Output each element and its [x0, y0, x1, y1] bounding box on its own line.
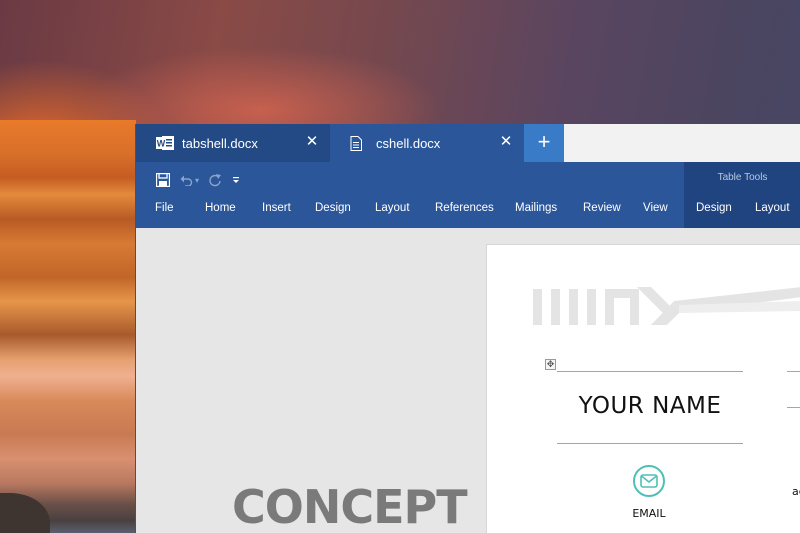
document-icon [350, 136, 362, 154]
name-top-rule [557, 371, 743, 372]
ribbon-tab-references[interactable]: References [435, 200, 494, 216]
undo-icon[interactable]: ▾ [180, 174, 199, 186]
save-icon[interactable] [156, 173, 170, 187]
tab-bar-empty [564, 124, 800, 162]
table-tools-title: Table Tools [717, 172, 768, 183]
tab-bar: W tabshell.docx ✕ cshell.docx ✕ + [136, 124, 800, 162]
word-window: W tabshell.docx ✕ cshell.docx ✕ + ▾ Tabl… [135, 124, 800, 533]
ribbon: ▾ Table Tools File Home Insert Design La… [136, 162, 800, 228]
ribbon-tab-review[interactable]: Review [583, 200, 621, 216]
background-heading: CONCEPT [232, 480, 468, 533]
close-tab-icon[interactable]: ✕ [304, 134, 320, 150]
ribbon-tab-design[interactable]: Design [315, 200, 351, 216]
redo-icon[interactable] [209, 173, 222, 187]
svg-text:W: W [157, 139, 166, 149]
undo-dropdown-icon[interactable]: ▾ [195, 176, 199, 185]
tab-cshell[interactable]: cshell.docx ✕ [330, 124, 524, 162]
tab-label: tabshell.docx [182, 136, 258, 151]
name-placeholder[interactable]: YOUR NAME [557, 393, 743, 419]
ribbon-tab-view[interactable]: View [643, 200, 668, 216]
document-page[interactable]: ✥ YOUR NAME EMAIL ac [486, 244, 800, 533]
ribbon-tab-table-design[interactable]: Design [696, 200, 732, 216]
email-icon [633, 465, 665, 497]
ribbon-tabs: File Home Insert Design Layout Reference… [136, 200, 800, 224]
desktop-wallpaper [0, 120, 136, 533]
name-bottom-rule [557, 443, 743, 444]
address-label: ac [792, 485, 800, 498]
header-logo-graphic [533, 287, 800, 325]
quick-access-toolbar: ▾ [156, 170, 250, 190]
document-area[interactable]: CONCEPT ✥ YOUR NAME EMAIL a [136, 228, 800, 533]
ribbon-tab-layout[interactable]: Layout [375, 200, 410, 216]
close-tab-icon[interactable]: ✕ [498, 134, 514, 150]
ribbon-tab-file[interactable]: File [155, 200, 174, 216]
right-column-rule [787, 407, 800, 408]
table-move-handle[interactable]: ✥ [545, 359, 556, 370]
email-label: EMAIL [632, 507, 666, 520]
word-app-icon: W [156, 136, 174, 153]
new-tab-button[interactable]: + [524, 124, 564, 162]
ribbon-tab-mailings[interactable]: Mailings [515, 200, 557, 216]
customize-qat-icon[interactable] [232, 176, 240, 184]
ribbon-tab-table-layout[interactable]: Layout [755, 200, 790, 216]
tab-tabshell[interactable]: W tabshell.docx ✕ [136, 124, 330, 162]
ribbon-tab-insert[interactable]: Insert [262, 200, 291, 216]
tab-label: cshell.docx [376, 136, 441, 151]
right-column-rule [787, 371, 800, 372]
ribbon-tab-home[interactable]: Home [205, 200, 236, 216]
